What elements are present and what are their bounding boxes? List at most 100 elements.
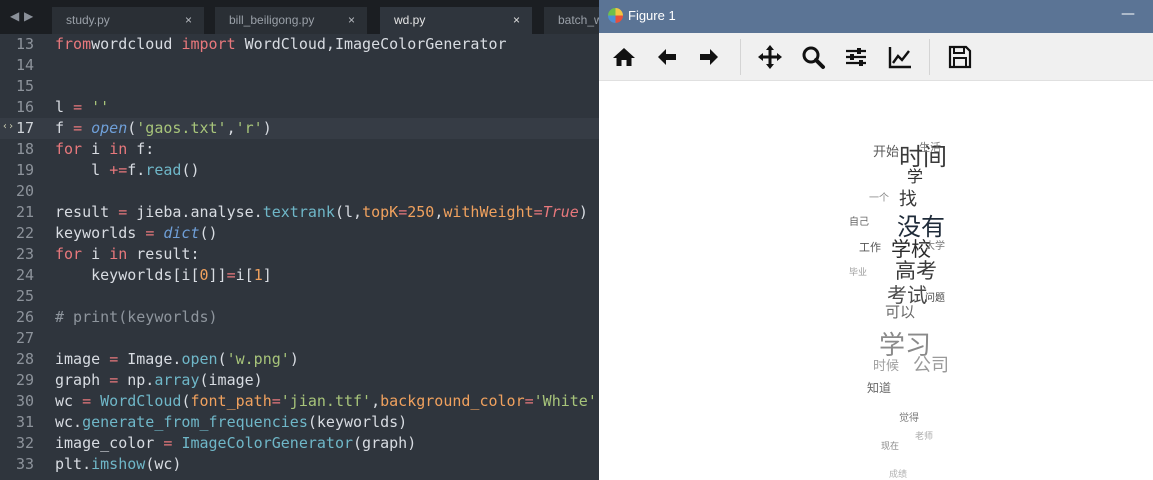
code-line[interactable]: fromwordcloud import WordCloud,ImageColo… [55, 34, 507, 55]
code-token: i[ [235, 266, 254, 284]
code-token: result: [127, 245, 200, 263]
code-token: l [55, 161, 110, 179]
code-line[interactable]: l = '' [55, 97, 109, 118]
code-line[interactable]: result = jieba.analyse.textrank(l,topK=2… [55, 202, 588, 223]
code-token: = [226, 266, 236, 284]
close-icon[interactable]: × [513, 13, 520, 27]
code-token: += [109, 161, 128, 179]
tab-bar: ◀ ▶ study.py × bill_beiligong.py × wd.py… [0, 0, 599, 34]
code-token: f. [127, 161, 146, 179]
code-token: l [55, 98, 74, 116]
wordcloud-word: 大学 [925, 241, 945, 252]
code-token: ) [289, 350, 299, 368]
tab-label: batch_w [558, 13, 599, 27]
code-token: ]] [208, 266, 227, 284]
code-token: = [271, 392, 281, 410]
code-token: = [109, 371, 119, 389]
wordcloud-image: 时间 开始学找没有 学校 高考 考试 可以 学习 公司 时候 生活 一个 自己 工作 大学 毕业 问题 知道 觉得… [829, 129, 1029, 480]
code-line[interactable]: image_color = ImageColorGenerator(graph) [55, 433, 416, 454]
window-titlebar[interactable]: Figure 1 — [599, 0, 1153, 33]
code-token: (wc) [145, 455, 182, 473]
code-token: True [542, 203, 579, 221]
tab-label: wd.py [394, 13, 426, 27]
zoom-icon[interactable] [799, 43, 827, 71]
code-token: result [55, 203, 119, 221]
code-token: Image. [118, 350, 182, 368]
code-token: 'gaos.txt' [136, 119, 227, 137]
code-editor[interactable]: ◀ ▶ study.py × bill_beiligong.py × wd.py… [0, 0, 599, 480]
code-token: background_color [380, 392, 525, 410]
code-token: ] [262, 266, 272, 284]
code-line[interactable]: # print(keyworlds) [55, 307, 218, 328]
tab-back-arrow-icon[interactable]: ◀ [10, 9, 19, 23]
code-line[interactable]: wc.generate_from_frequencies(keyworlds) [55, 412, 407, 433]
code-line[interactable]: image = Image.open('w.png') [55, 349, 299, 370]
code-token: 0 [199, 266, 209, 284]
code-token: array [154, 371, 200, 389]
code-token: = [524, 392, 534, 410]
arrow-left-icon[interactable] [653, 43, 681, 71]
line-number: 26 [15, 308, 34, 326]
code-token: ( [217, 350, 227, 368]
code-line[interactable]: f = open('gaos.txt','r') [55, 118, 272, 139]
floppy-disk-icon[interactable] [946, 43, 974, 71]
tab-batch[interactable]: batch_w [544, 7, 599, 34]
window-title: Figure 1 [628, 8, 676, 23]
code-token: 'w.png' [226, 350, 290, 368]
wordcloud-word: 公司 [913, 355, 949, 376]
line-number: 33 [15, 455, 34, 473]
move-icon[interactable] [756, 43, 784, 71]
code-token: , [434, 203, 444, 221]
code-token: f: [127, 140, 155, 158]
code-token: ) [262, 119, 272, 137]
code-line[interactable]: for i in result: [55, 244, 200, 265]
figure-window: Figure 1 — 时间 开始学找没有 学校 高考 考试 可以 学习 公司时候… [599, 0, 1153, 480]
code-line[interactable]: l +=f.read() [55, 160, 199, 181]
line-number: 13 [15, 35, 34, 53]
wordcloud-word: 工作 [859, 241, 881, 254]
chart-line-icon[interactable] [886, 43, 914, 71]
code-token: font_path [190, 392, 272, 410]
tab-bill-beiligong-py[interactable]: bill_beiligong.py × [215, 7, 367, 34]
code-token: open [91, 119, 128, 137]
minimize-button[interactable]: — [1121, 6, 1135, 22]
code-token: = [109, 350, 119, 368]
code-token: = [73, 98, 83, 116]
code-line[interactable]: keyworlds = dict() [55, 223, 218, 244]
code-token: for [55, 245, 83, 263]
code-token: for [55, 140, 83, 158]
tab-study-py[interactable]: study.py × [52, 7, 204, 34]
code-token: i [82, 245, 110, 263]
code-token: np. [118, 371, 155, 389]
close-icon[interactable]: × [185, 13, 192, 27]
line-number: 29 [15, 371, 34, 389]
code-token: 1 [253, 266, 263, 284]
code-line[interactable]: graph = np.array(image) [55, 370, 263, 391]
tab-wd-py[interactable]: wd.py × [380, 7, 532, 34]
line-number: 31 [15, 413, 34, 431]
sliders-icon[interactable] [842, 43, 870, 71]
code-token: # print(keyworlds) [55, 308, 218, 326]
code-token: import [181, 35, 236, 53]
home-icon[interactable] [610, 43, 638, 71]
code-line[interactable]: for i in f: [55, 139, 154, 160]
code-token: in [109, 245, 128, 263]
matplotlib-logo-icon [608, 8, 623, 23]
code-token: = [118, 203, 128, 221]
close-icon[interactable]: × [348, 13, 355, 27]
code-line[interactable]: wc = WordCloud(font_path='jian.ttf',back… [55, 391, 599, 412]
code-token: , [371, 392, 381, 410]
figure-canvas[interactable]: 时间 开始学找没有 学校 高考 考试 可以 学习 公司 时候 生活 一个 自己 工作 大学 毕业 问题 知道 觉得… [599, 81, 1153, 480]
tab-forward-arrow-icon[interactable]: ▶ [24, 9, 33, 23]
toolbar-separator [929, 39, 930, 75]
line-number: 23 [15, 245, 34, 263]
code-line[interactable]: keyworlds[i[0]]=i[1] [55, 265, 272, 286]
wordcloud-word: 可以 [885, 303, 916, 321]
code-token: (l, [334, 203, 363, 221]
line-number: 17 [15, 119, 34, 137]
arrow-right-icon[interactable] [695, 43, 723, 71]
code-token: = [533, 203, 543, 221]
code-line[interactable]: plt.imshow(wc) [55, 454, 181, 475]
line-number: 30 [15, 392, 34, 410]
code-token: ImageColorGenerator [181, 434, 354, 452]
